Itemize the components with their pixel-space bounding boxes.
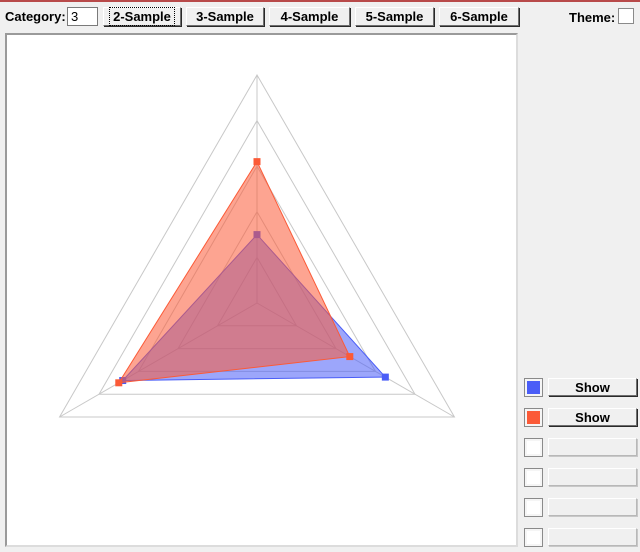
legend-swatch-5[interactable] <box>525 499 542 516</box>
sample-4-button[interactable]: 4-Sample <box>269 7 350 26</box>
radar-chart <box>58 74 456 418</box>
series-1-point-2 <box>381 373 389 381</box>
top-border <box>0 0 640 2</box>
chart-panel <box>5 33 518 547</box>
category-input[interactable] <box>67 7 98 26</box>
sample-6-button[interactable]: 6-Sample <box>439 7 519 26</box>
sample-3-button-label: 3-Sample <box>196 9 254 24</box>
legend-show-button-4[interactable] <box>548 468 637 486</box>
legend-swatch-3[interactable] <box>525 439 542 456</box>
legend-swatch-2[interactable] <box>525 409 542 426</box>
sample-6-button-label: 6-Sample <box>450 9 508 24</box>
sample-3-button[interactable]: 3-Sample <box>186 7 264 26</box>
series-2-point-1 <box>115 379 123 387</box>
legend-swatch-4[interactable] <box>525 469 542 486</box>
legend-show-button-6[interactable] <box>548 528 637 546</box>
legend-show-button-2[interactable]: Show <box>548 408 637 426</box>
legend-show-button-3[interactable] <box>548 438 637 456</box>
legend-show-label-1: Show <box>575 379 610 395</box>
theme-color-swatch[interactable] <box>618 8 634 24</box>
app-window: Category: 2-Sample 3-Sample 4-Sample 5-S… <box>0 0 640 552</box>
legend-show-button-5[interactable] <box>548 498 637 516</box>
legend-show-button-1[interactable]: Show <box>548 378 637 396</box>
sample-5-button[interactable]: 5-Sample <box>355 7 434 26</box>
sample-2-button[interactable]: 2-Sample <box>103 7 181 26</box>
series-2-point-2 <box>346 353 354 361</box>
legend-swatch-6[interactable] <box>525 529 542 546</box>
sample-2-button-label: 2-Sample <box>109 7 175 26</box>
sample-4-button-label: 4-Sample <box>280 9 339 24</box>
category-label: Category: <box>5 9 66 24</box>
series-2-point-3 <box>253 158 261 166</box>
theme-label: Theme: <box>569 10 616 25</box>
sample-5-button-label: 5-Sample <box>365 9 424 24</box>
legend-swatch-1[interactable] <box>525 379 542 396</box>
series-2-area <box>117 160 351 384</box>
legend-show-label-2: Show <box>575 409 610 425</box>
